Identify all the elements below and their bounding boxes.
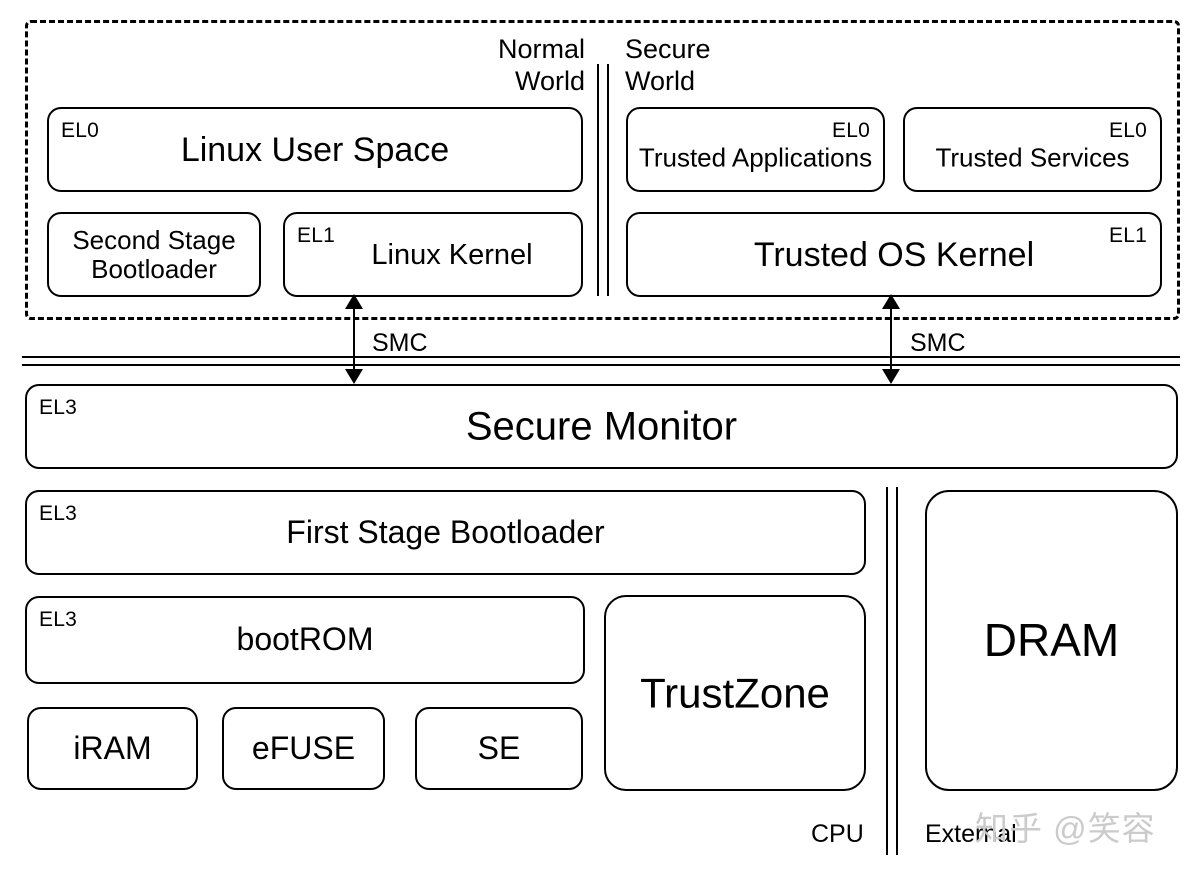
bootrom-box[interactable]: EL3 bootROM xyxy=(25,596,585,684)
dram-box[interactable]: DRAM xyxy=(925,490,1178,791)
world-divider-line-left xyxy=(597,64,599,296)
trusted-applications-label: Trusted Applications xyxy=(638,142,873,173)
linux-kernel-box[interactable]: EL1 Linux Kernel xyxy=(283,212,583,297)
trustzone-architecture-diagram: Normal World Secure World EL0 Linux User… xyxy=(0,0,1200,871)
smc-arrow-head-down-right xyxy=(882,369,900,384)
efuse-box[interactable]: eFUSE xyxy=(222,707,385,790)
trusted-os-kernel-label: Trusted OS Kernel xyxy=(753,235,1035,274)
efuse-label: eFUSE xyxy=(251,729,356,766)
second-stage-bootloader-box[interactable]: Second Stage Bootloader xyxy=(47,212,261,297)
iram-box[interactable]: iRAM xyxy=(27,707,198,790)
trusted-os-kernel-box[interactable]: EL1 Trusted OS Kernel xyxy=(626,212,1162,297)
secure-monitor-box[interactable]: EL3 Secure Monitor xyxy=(25,384,1178,469)
linux-user-space-label: Linux User Space xyxy=(180,130,450,169)
dram-label: DRAM xyxy=(983,613,1120,666)
cpu-region-label: CPU xyxy=(811,820,864,848)
trusted-services-box[interactable]: EL0 Trusted Services xyxy=(903,107,1162,192)
se-label: SE xyxy=(477,729,521,766)
smc-label-right: SMC xyxy=(910,329,966,357)
trusted-services-el-label: EL0 xyxy=(1109,119,1147,142)
linux-user-space-box[interactable]: EL0 Linux User Space xyxy=(47,107,583,192)
normal-world-label: Normal World xyxy=(497,34,585,96)
cpu-external-divider-line-left xyxy=(886,487,888,855)
world-divider-line-right xyxy=(607,64,609,296)
world-monitor-separator-line-bottom xyxy=(22,364,1180,366)
watermark: 知乎 @笑容 xyxy=(975,810,1156,847)
smc-arrow-head-down-left xyxy=(345,369,363,384)
smc-arrow-secure-world xyxy=(879,294,903,384)
trustzone-label: TrustZone xyxy=(640,669,830,717)
second-stage-bootloader-label: Second Stage Bootloader xyxy=(72,224,236,284)
trusted-applications-box[interactable]: EL0 Trusted Applications xyxy=(626,107,885,192)
secure-world-label: Secure World xyxy=(625,34,711,96)
secure-monitor-label: Secure Monitor xyxy=(465,404,738,449)
trustzone-box[interactable]: TrustZone xyxy=(604,595,866,791)
first-stage-bootloader-label: First Stage Bootloader xyxy=(286,513,605,550)
smc-label-left: SMC xyxy=(372,329,428,357)
smc-arrow-normal-world xyxy=(342,294,366,384)
linux-kernel-label: Linux Kernel xyxy=(371,238,533,271)
iram-label: iRAM xyxy=(73,729,152,766)
trusted-applications-el-label: EL0 xyxy=(832,119,870,142)
world-monitor-separator-line-top xyxy=(22,356,1180,358)
bootrom-label: bootROM xyxy=(236,621,374,658)
se-box[interactable]: SE xyxy=(415,707,583,790)
first-stage-bootloader-box[interactable]: EL3 First Stage Bootloader xyxy=(25,490,866,575)
trusted-services-label: Trusted Services xyxy=(935,142,1130,173)
cpu-external-divider-line-right xyxy=(896,487,898,855)
